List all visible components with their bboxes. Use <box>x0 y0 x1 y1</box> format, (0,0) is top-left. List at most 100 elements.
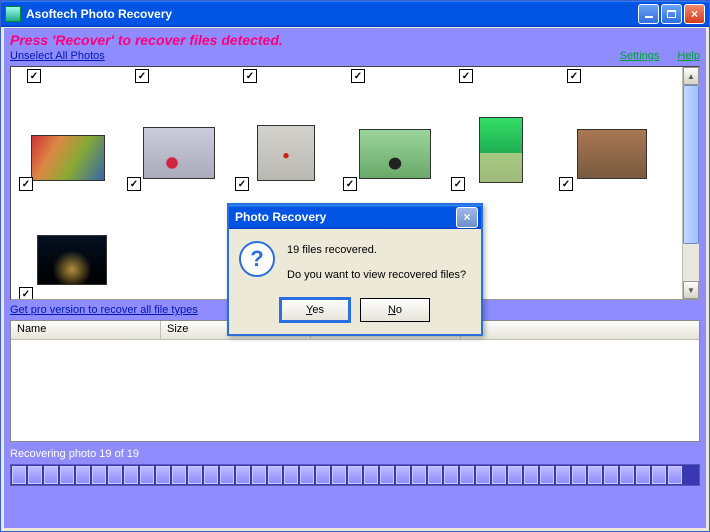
thumbnail-image[interactable] <box>479 117 523 183</box>
progress-segment <box>636 466 650 484</box>
progress-segment <box>572 466 586 484</box>
progress-segment <box>396 466 410 484</box>
photo-thumb-5[interactable]: ✓ <box>451 85 555 195</box>
recovery-dialog: Photo Recovery × ? 19 files recovered. D… <box>227 203 483 336</box>
top-check-row: ✓ ✓ ✓ ✓ ✓ ✓ <box>17 69 681 83</box>
top-checkbox[interactable]: ✓ <box>459 69 473 83</box>
progress-segment <box>220 466 234 484</box>
pro-version-link[interactable]: Get pro version to recover all file type… <box>10 304 198 316</box>
app-icon <box>5 6 21 22</box>
thumbnail-image[interactable] <box>31 135 105 181</box>
photo-thumb-6[interactable]: ✓ <box>559 85 663 195</box>
maximize-button[interactable] <box>661 4 682 24</box>
progress-segment <box>140 466 154 484</box>
progress-segment <box>652 466 666 484</box>
yes-button[interactable]: Yes <box>280 298 350 322</box>
progress-segment <box>524 466 538 484</box>
no-button[interactable]: No <box>360 298 430 322</box>
top-checkbox[interactable]: ✓ <box>135 69 149 83</box>
progress-segment <box>380 466 394 484</box>
progress-segment <box>44 466 58 484</box>
settings-link[interactable]: Settings <box>620 50 660 62</box>
progress-segment <box>204 466 218 484</box>
progress-segment <box>108 466 122 484</box>
progress-segment <box>460 466 474 484</box>
progress-segment <box>332 466 346 484</box>
photo-thumb-4[interactable]: ✓ <box>343 85 447 195</box>
progress-segment <box>348 466 362 484</box>
thumbnail-checkbox[interactable]: ✓ <box>343 177 357 191</box>
titlebar: Asoftech Photo Recovery × <box>1 1 709 27</box>
help-link[interactable]: Help <box>677 50 700 62</box>
top-checkbox[interactable]: ✓ <box>351 69 365 83</box>
photo-thumb-1[interactable]: ✓ <box>19 85 123 195</box>
scrollbar-vertical[interactable]: ▲ ▼ <box>682 67 699 299</box>
progress-segment <box>476 466 490 484</box>
close-button[interactable]: × <box>684 4 705 24</box>
scroll-down-button[interactable]: ▼ <box>683 281 699 299</box>
photo-thumb-7[interactable]: ✓ <box>19 195 123 300</box>
progress-segment <box>316 466 330 484</box>
col-name[interactable]: Name <box>11 321 161 339</box>
thumbnail-image[interactable] <box>257 125 315 181</box>
thumbnail-checkbox[interactable]: ✓ <box>235 177 249 191</box>
progress-segment <box>92 466 106 484</box>
progress-segment <box>188 466 202 484</box>
progress-segment <box>236 466 250 484</box>
file-table-body <box>11 340 699 440</box>
progress-segment <box>668 466 682 484</box>
progress-segment <box>492 466 506 484</box>
thumbnail-image[interactable] <box>577 129 647 179</box>
scroll-track[interactable] <box>683 85 699 281</box>
progress-segment <box>60 466 74 484</box>
progress-segment <box>556 466 570 484</box>
progress-segment <box>412 466 426 484</box>
dialog-titlebar: Photo Recovery × <box>229 205 481 229</box>
progress-segment <box>252 466 266 484</box>
thumbnail-image[interactable] <box>359 129 431 179</box>
thumbnail-checkbox[interactable]: ✓ <box>127 177 141 191</box>
dialog-line2: Do you want to view recovered files? <box>287 266 466 285</box>
photo-thumb-3[interactable]: ✓ <box>235 85 339 195</box>
top-checkbox[interactable]: ✓ <box>567 69 581 83</box>
top-checkbox[interactable]: ✓ <box>243 69 257 83</box>
thumbnail-image[interactable] <box>143 127 215 179</box>
progress-segment <box>428 466 442 484</box>
progress-segment <box>12 466 26 484</box>
dialog-message: 19 files recovered. Do you want to view … <box>287 241 466 284</box>
progress-segment <box>300 466 314 484</box>
thumbnail-image[interactable] <box>37 235 107 285</box>
dialog-title: Photo Recovery <box>235 210 456 224</box>
progress-segment <box>444 466 458 484</box>
dialog-line1: 19 files recovered. <box>287 241 466 260</box>
progress-segment <box>620 466 634 484</box>
photo-thumb-2[interactable]: ✓ <box>127 85 231 195</box>
progress-segment <box>508 466 522 484</box>
thumbnail-checkbox[interactable]: ✓ <box>19 287 33 300</box>
progress-segment <box>364 466 378 484</box>
progress-segment <box>124 466 138 484</box>
unselect-all-link[interactable]: Unselect All Photos <box>10 50 105 62</box>
progress-segment <box>604 466 618 484</box>
scroll-up-button[interactable]: ▲ <box>683 67 699 85</box>
progress-segment <box>156 466 170 484</box>
progress-segment <box>172 466 186 484</box>
progress-segment <box>540 466 554 484</box>
thumbnail-checkbox[interactable]: ✓ <box>559 177 573 191</box>
progress-segment <box>268 466 282 484</box>
progress-segment <box>28 466 42 484</box>
status-text: Recovering photo 19 of 19 <box>4 442 706 462</box>
minimize-button[interactable] <box>638 4 659 24</box>
file-table: Name Size Extension <box>10 320 700 442</box>
col-blank <box>461 321 699 339</box>
scroll-thumb[interactable] <box>683 85 699 244</box>
thumbnail-checkbox[interactable]: ✓ <box>451 177 465 191</box>
main-window: Asoftech Photo Recovery × Press 'Recover… <box>0 0 710 532</box>
progress-segment <box>76 466 90 484</box>
progress-bar <box>10 464 700 486</box>
thumbnail-checkbox[interactable]: ✓ <box>19 177 33 191</box>
progress-segment <box>284 466 298 484</box>
dialog-close-button[interactable]: × <box>456 207 478 228</box>
top-checkbox[interactable]: ✓ <box>27 69 41 83</box>
instruction-text: Press 'Recover' to recover files detecte… <box>4 28 706 48</box>
